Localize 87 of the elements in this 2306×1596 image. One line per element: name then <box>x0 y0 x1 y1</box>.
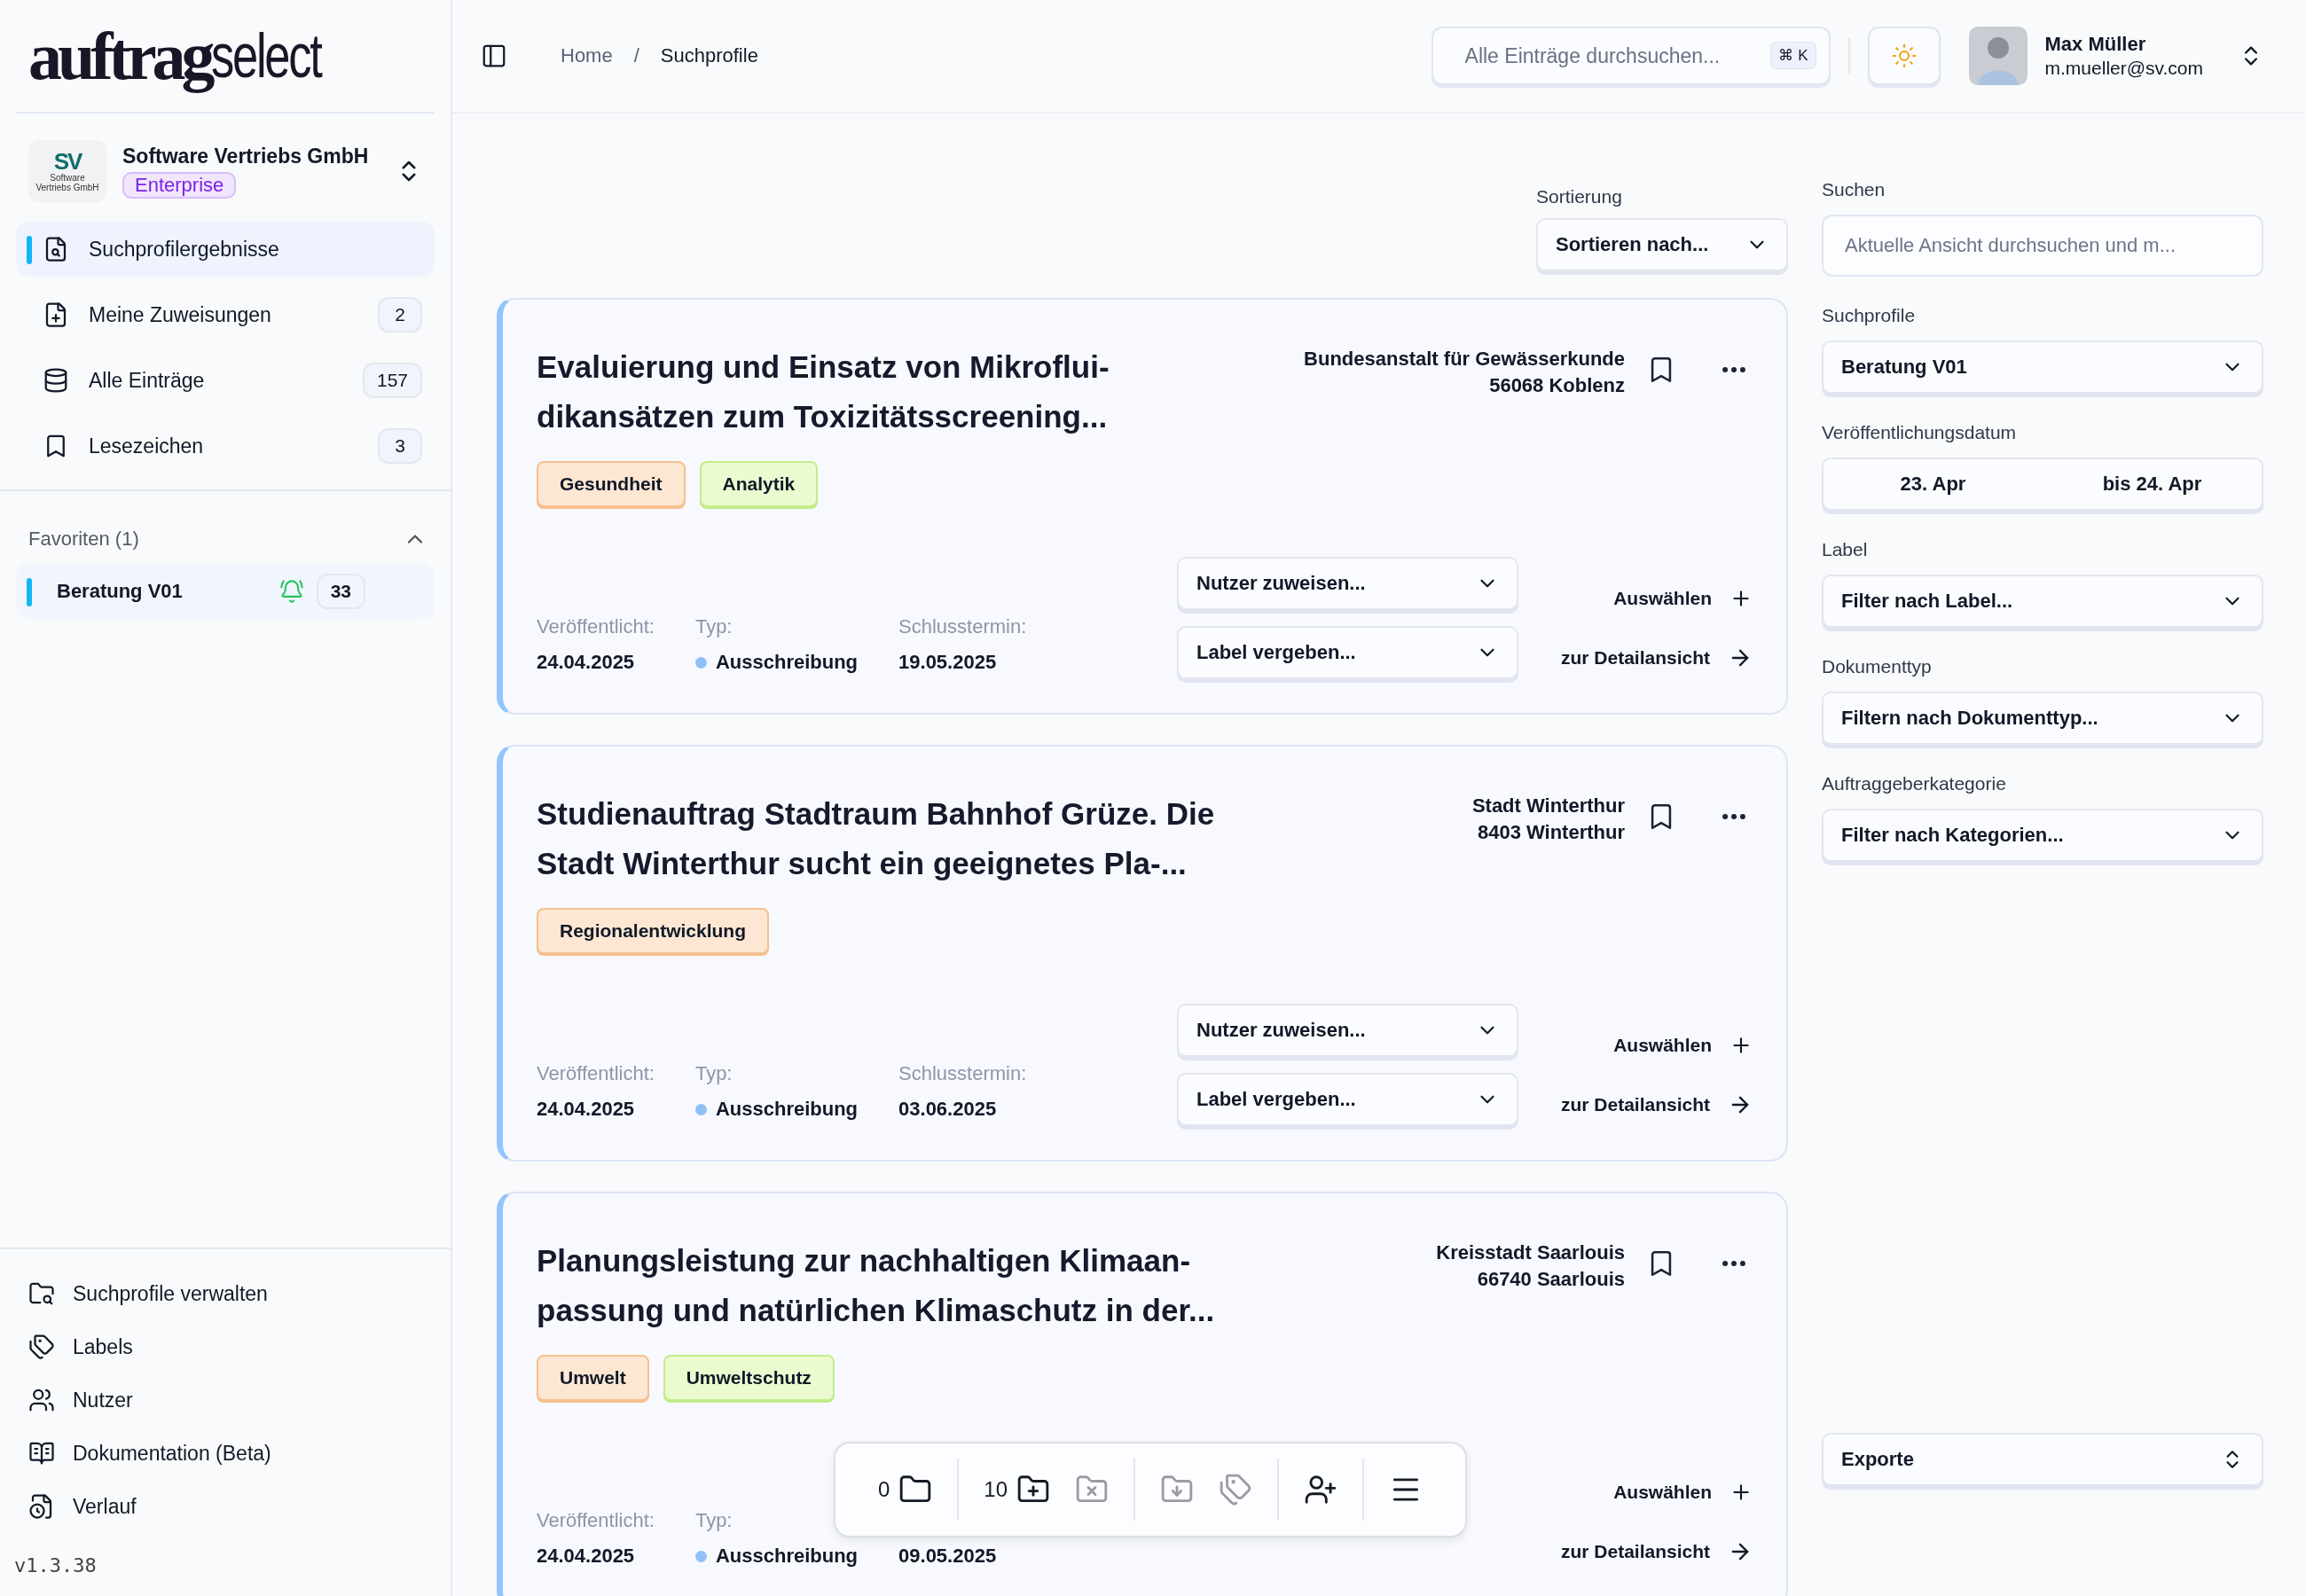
theme-toggle-button[interactable] <box>1867 27 1941 85</box>
shortcut-key: ⌘ K <box>1770 42 1816 69</box>
location-text: 8403 Winterthur <box>1477 821 1625 844</box>
meta-value: Ausschreibung <box>694 1545 859 1568</box>
folder-button[interactable]: 0 <box>878 1473 933 1506</box>
tag: Regionalentwicklung <box>537 908 770 954</box>
meta-label: Veröffentlicht: <box>537 615 655 638</box>
user-email: m.mueller@sv.com <box>2044 58 2203 79</box>
nav-item[interactable]: Alle Einträge 157 <box>16 353 435 408</box>
nav-item[interactable]: Lesezeichen 3 <box>16 419 435 473</box>
favorite-item[interactable]: Beratung V01 33 <box>16 564 435 619</box>
meta-label: Schlusstermin: <box>898 1062 1027 1085</box>
search-field[interactable]: Aktuelle Ansicht durchsuchen und m... <box>1822 215 2263 277</box>
nav-item[interactable]: Dokumentation (Beta) <box>28 1427 422 1480</box>
nav-item[interactable]: Suchprofilergebnisse <box>16 222 435 277</box>
result-title[interactable]: Evaluierung und Einsatz von Mikroflui- dikansätzen zum Toxizitätsscreening... <box>537 342 1287 442</box>
contracting-authority: Kreisstadt Saarlouis <box>1436 1241 1625 1264</box>
meta-value: 19.05.2025 <box>898 651 998 674</box>
meta-value: 24.04.2025 <box>537 1098 636 1121</box>
nav-item[interactable]: Nutzer <box>28 1373 422 1427</box>
version-text: v1.3.38 <box>13 1553 98 1578</box>
user-plus-button[interactable] <box>1304 1473 1338 1506</box>
users-icon <box>28 1387 55 1413</box>
meta-label: Typ: <box>694 1509 733 1532</box>
meta-label: Veröffentlicht: <box>537 1509 655 1532</box>
contracting-authority: Stadt Winterthur <box>1471 794 1625 818</box>
meta-value: 09.05.2025 <box>898 1545 997 1568</box>
field-label: Auftraggeberkategorie <box>1822 773 2007 794</box>
location-text: 56068 Koblenz <box>1489 374 1625 397</box>
breadcrumb-current: Suchprofile <box>660 44 758 67</box>
nav-item[interactable]: Verlauf <box>28 1480 422 1533</box>
detail-link[interactable]: zur Detailansicht <box>1560 645 1753 670</box>
field-label: Suchprofile <box>1822 305 1917 326</box>
location-text: 66740 Saarlouis <box>1477 1268 1625 1291</box>
sun-icon <box>1890 43 1918 69</box>
select-link[interactable]: Auswählen <box>1613 1481 1753 1504</box>
detail-link[interactable]: zur Detailansicht <box>1560 1539 1753 1564</box>
active-indicator <box>27 578 32 606</box>
detail-link[interactable]: zur Detailansicht <box>1560 1092 1753 1117</box>
avatar <box>1968 27 2028 85</box>
select-link[interactable]: Auswählen <box>1613 587 1753 610</box>
meta-label: Schlusstermin: <box>898 615 1027 638</box>
count-badge: 3 <box>378 428 422 464</box>
field-label: Suchen <box>1822 179 1886 200</box>
section-title: Favoriten (1) <box>28 528 139 551</box>
logo: auftragselect <box>16 0 435 113</box>
meta-value: Ausschreibung <box>694 1098 859 1121</box>
count-badge: 157 <box>362 363 422 398</box>
folder-plus-button[interactable]: 10 <box>984 1473 1051 1506</box>
contracting-authority: Bundesanstalt für Gewässerkunde <box>1304 348 1625 371</box>
company-name: Software Vertriebs GmbH <box>122 144 369 168</box>
meta-value: Ausschreibung <box>694 651 859 674</box>
tag: Gesundheit <box>537 461 686 507</box>
meta-value: 03.06.2025 <box>898 1098 998 1121</box>
result-title[interactable]: Planungsleistung zur nachhaltigen Klimaan- passung und natürlichen Klimaschutz in der... <box>537 1236 1419 1335</box>
count-badge: 2 <box>378 297 422 332</box>
result-title[interactable]: Studienauftrag Stadtraum Bahnhof Grüze. Die Stadt Winterthur sucht ein geeignetes Pla-... <box>537 789 1455 888</box>
meta-value: 24.04.2025 <box>537 1545 636 1568</box>
tag: Umwelt <box>537 1355 649 1401</box>
tag: Analytik <box>699 461 819 507</box>
nav-item[interactable]: Suchprofile verwalten <box>28 1267 422 1320</box>
field-label: Sortierung <box>1536 186 1623 207</box>
meta-label: Typ: <box>694 615 733 638</box>
sidebar-toggle-icon[interactable] <box>481 43 507 69</box>
company-logo: SV Software Vertriebs GmbH <box>28 140 106 202</box>
field-label: Veröffentlichungsdatum <box>1822 422 2018 443</box>
field-label: Dokumenttyp <box>1822 656 1933 677</box>
breadcrumb-link[interactable]: Home <box>561 44 613 67</box>
user-plus-icon <box>1304 1473 1338 1506</box>
bell-icon <box>278 579 304 604</box>
tags-icon <box>1219 1473 1253 1506</box>
meta-label: Typ: <box>694 1062 733 1085</box>
nav-item[interactable]: Labels <box>28 1320 422 1373</box>
select-link[interactable]: Auswählen <box>1613 1034 1753 1057</box>
active-indicator <box>27 236 32 264</box>
field-label: Label <box>1822 539 1869 560</box>
meta-value: 24.04.2025 <box>537 651 636 674</box>
nav-item[interactable]: Meine Zuweisungen 2 <box>16 287 435 342</box>
meta-label: Veröffentlicht: <box>537 1062 655 1085</box>
tags-icon <box>28 1334 55 1360</box>
plan-badge: Enterprise <box>122 171 237 199</box>
tag: Umweltschutz <box>663 1355 835 1401</box>
count-badge: 33 <box>316 574 365 609</box>
user-name: Max Müller <box>2044 33 2147 56</box>
folder-search-icon <box>28 1280 55 1307</box>
breadcrumb-separator: / <box>633 44 639 67</box>
book-icon <box>28 1440 55 1467</box>
